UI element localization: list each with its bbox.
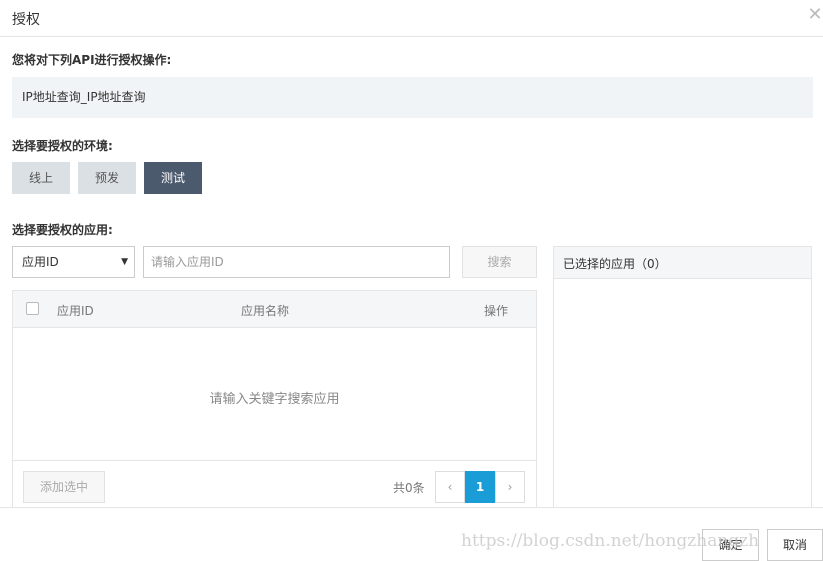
ok-button[interactable]: 确定 xyxy=(702,529,759,561)
table-footer: 添加选中 共0条 ‹ 1 › xyxy=(13,460,536,507)
dialog-title: 授权 xyxy=(12,12,40,28)
table-header: 应用ID 应用名称 操作 xyxy=(13,291,536,328)
page-prev-button[interactable]: ‹ xyxy=(435,471,465,503)
search-type-value: 应用ID xyxy=(22,255,59,269)
api-name-box: IP地址查询_IP地址查询 xyxy=(12,77,813,118)
empty-state-text: 请输入关键字搜索应用 xyxy=(209,392,340,407)
search-button[interactable]: 搜索 xyxy=(462,246,537,278)
cancel-button[interactable]: 取消 xyxy=(767,529,823,561)
page-current-button[interactable]: 1 xyxy=(465,471,495,503)
column-app-id: 应用ID xyxy=(57,304,94,318)
env-button-online[interactable]: 线上 xyxy=(12,162,70,194)
dialog-footer: 确定 取消 xyxy=(0,507,823,561)
caret-down-icon: ▼ xyxy=(121,257,128,267)
dialog-header: 授权 ✕ xyxy=(0,0,823,37)
close-icon[interactable]: ✕ xyxy=(807,6,823,24)
search-input[interactable] xyxy=(143,246,450,278)
column-app-name: 应用名称 xyxy=(241,304,290,318)
select-all-checkbox[interactable] xyxy=(26,302,39,315)
selected-apps-panel: 已选择的应用（0） xyxy=(553,246,812,507)
env-section-label: 选择要授权的环境: xyxy=(12,139,113,153)
api-section-label: 您将对下列API进行授权操作: xyxy=(12,53,172,67)
column-actions: 操作 xyxy=(484,304,509,318)
search-type-select[interactable]: 应用ID ▼ xyxy=(12,246,135,278)
app-table: 应用ID 应用名称 操作 请输入关键字搜索应用 添加选中 共0条 ‹ 1 › xyxy=(12,290,537,507)
page-next-button[interactable]: › xyxy=(495,471,525,503)
app-section-label: 选择要授权的应用: xyxy=(12,223,113,237)
add-selected-button[interactable]: 添加选中 xyxy=(23,471,105,503)
env-button-test[interactable]: 测试 xyxy=(144,162,202,194)
total-count: 共0条 xyxy=(393,481,425,495)
env-button-prerelease[interactable]: 预发 xyxy=(78,162,136,194)
selected-apps-title: 已选择的应用（0） xyxy=(554,247,811,279)
